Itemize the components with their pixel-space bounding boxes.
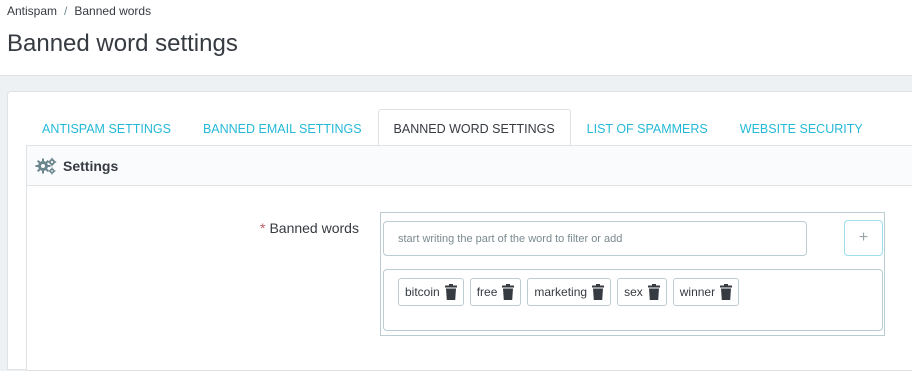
banned-words-label-text: Banned words [269,220,359,236]
word-chip-label: marketing [534,285,588,299]
word-chip-label: winner [679,285,716,299]
trash-icon[interactable] [444,284,457,300]
trash-icon[interactable] [502,284,515,300]
trash-icon[interactable] [720,284,733,300]
breadcrumb: Antispam / Banned words [7,4,151,18]
settings-card: ANTISPAM SETTINGS BANNED EMAIL SETTINGS … [7,91,912,371]
page-header: Antispam / Banned words Banned word settin… [0,0,912,76]
tab-banned-email-settings[interactable]: BANNED EMAIL SETTINGS [187,109,378,145]
settings-panel: Settings *Banned words + bitcoin free ma… [26,145,912,371]
word-chip: winner [672,278,740,306]
word-chip: free [469,278,522,306]
tab-list-of-spammers[interactable]: LIST OF SPAMMERS [571,109,724,145]
breadcrumb-current: Banned words [74,4,152,18]
word-chip-label: bitcoin [405,285,440,299]
trash-icon[interactable] [592,284,605,300]
word-chip: sex [617,278,667,306]
add-word-button[interactable]: + [844,220,883,256]
word-chip: marketing [527,278,612,306]
banned-words-field: + bitcoin free marketing sex winner [380,212,885,336]
panel-title: Settings [63,157,119,174]
tab-bar: ANTISPAM SETTINGS BANNED EMAIL SETTINGS … [26,109,879,146]
word-chip-label: free [476,285,498,299]
word-chip-label: sex [624,285,643,299]
word-search-input[interactable] [383,221,807,256]
banned-words-label: * Banned words [260,220,359,236]
panel-heading: Settings [27,146,912,186]
required-mark: * [260,220,266,236]
tab-banned-word-settings[interactable]: BANNED WORD SETTINGS [377,109,571,146]
word-chip: bitcoin [398,278,464,306]
breadcrumb-separator: / [64,4,68,18]
page-title: Banned word settings [7,30,238,57]
trash-icon[interactable] [647,284,660,300]
banned-words-list: bitcoin free marketing sex winner [383,269,883,331]
tab-website-security[interactable]: WEBSITE SECURITY [724,109,879,145]
gears-icon [35,157,57,174]
tab-antispam-settings[interactable]: ANTISPAM SETTINGS [26,109,187,145]
breadcrumb-parent-link[interactable]: Antispam [7,4,57,18]
